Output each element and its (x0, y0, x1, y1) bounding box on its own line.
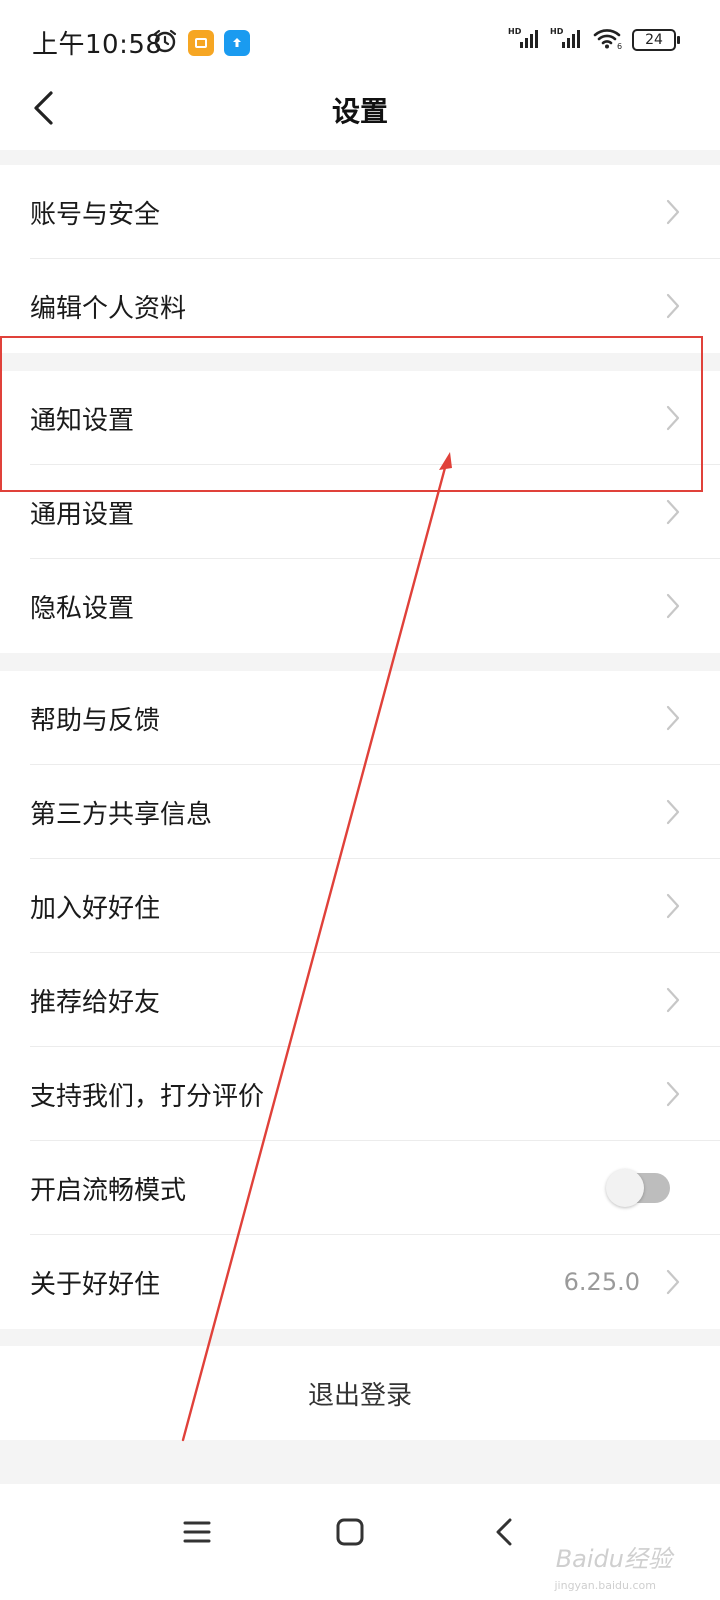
wifi-icon: 6 (592, 26, 624, 54)
settings-group-about: 帮助与反馈 第三方共享信息 加入好好住 推荐给好友 支持我们，打分评价 开启流畅… (0, 671, 720, 1329)
system-nav-bar: Baidu经验 jingyan.baidu.com (0, 1484, 720, 1600)
chevron-right-icon (666, 799, 680, 825)
home-button[interactable] (328, 1510, 372, 1554)
logout-button[interactable]: 退出登录 (0, 1346, 720, 1440)
settings-item-rate-us[interactable]: 支持我们，打分评价 (0, 1047, 720, 1141)
svg-text:6: 6 (617, 42, 622, 50)
toggle-knob (606, 1169, 644, 1207)
settings-item-label: 编辑个人资料 (30, 293, 187, 324)
settings-item-label: 账号与安全 (30, 199, 161, 230)
settings-item-label: 隐私设置 (30, 593, 135, 624)
settings-item-help-feedback[interactable]: 帮助与反馈 (0, 671, 720, 765)
chevron-right-icon (666, 987, 680, 1013)
back-icon (496, 1518, 512, 1546)
status-time: 上午10:58 (32, 30, 163, 60)
chevron-right-icon (666, 499, 680, 525)
hd-signal-icon: HD (508, 26, 542, 54)
watermark-text: Baidu经验 (555, 1545, 672, 1573)
settings-item-about[interactable]: 关于好好住 6.25.0 (0, 1235, 720, 1329)
settings-item-label: 通知设置 (30, 405, 135, 436)
settings-item-label: 通用设置 (30, 499, 135, 530)
logout-label: 退出登录 (307, 1380, 412, 1411)
chevron-right-icon (666, 1269, 680, 1295)
watermark-subtext: jingyan.baidu.com (554, 1579, 656, 1592)
chevron-right-icon (666, 893, 680, 919)
settings-item-label: 第三方共享信息 (30, 799, 213, 830)
settings-item-privacy[interactable]: 隐私设置 (0, 559, 720, 653)
menu-icon (183, 1521, 211, 1543)
smooth-mode-toggle[interactable] (606, 1169, 670, 1207)
svg-text:HD: HD (550, 27, 564, 36)
upload-app-icon (224, 30, 250, 56)
gallery-app-icon (188, 30, 214, 56)
chevron-right-icon (666, 405, 680, 431)
page-title: 设置 (331, 95, 388, 128)
settings-item-notification[interactable]: 通知设置 (0, 371, 720, 465)
chevron-right-icon (666, 705, 680, 731)
system-back-button[interactable] (482, 1510, 526, 1554)
status-icons-left (152, 28, 250, 58)
settings-item-label: 帮助与反馈 (30, 705, 161, 736)
settings-group-preferences: 通知设置 通用设置 隐私设置 (0, 371, 720, 653)
home-icon (336, 1518, 364, 1546)
chevron-right-icon (666, 1081, 680, 1107)
hd-signal-icon: HD (550, 26, 584, 54)
settings-item-edit-profile[interactable]: 编辑个人资料 (0, 259, 720, 353)
settings-item-third-party[interactable]: 第三方共享信息 (0, 765, 720, 859)
settings-item-label: 开启流畅模式 (30, 1175, 187, 1206)
header: 设置 (0, 64, 720, 150)
chevron-right-icon (666, 199, 680, 225)
settings-item-label: 推荐给好友 (30, 987, 161, 1018)
alarm-icon (152, 28, 178, 58)
settings-item-label: 加入好好住 (30, 893, 161, 924)
battery-icon: 24 (632, 29, 680, 51)
menu-button[interactable] (175, 1510, 219, 1554)
settings-group-account: 账号与安全 编辑个人资料 (0, 165, 720, 353)
settings-item-smooth-mode: 开启流畅模式 (0, 1141, 720, 1235)
chevron-right-icon (666, 593, 680, 619)
settings-item-label: 支持我们，打分评价 (30, 1081, 265, 1112)
chevron-right-icon (666, 293, 680, 319)
settings-item-join[interactable]: 加入好好住 (0, 859, 720, 953)
settings-item-general[interactable]: 通用设置 (0, 465, 720, 559)
svg-text:HD: HD (508, 27, 522, 36)
version-text: 6.25.0 (563, 1268, 640, 1296)
status-icons-right: HD HD 6 24 (508, 26, 680, 54)
settings-item-recommend[interactable]: 推荐给好友 (0, 953, 720, 1047)
settings-item-label: 关于好好住 (30, 1269, 161, 1300)
settings-item-account-security[interactable]: 账号与安全 (0, 165, 720, 259)
